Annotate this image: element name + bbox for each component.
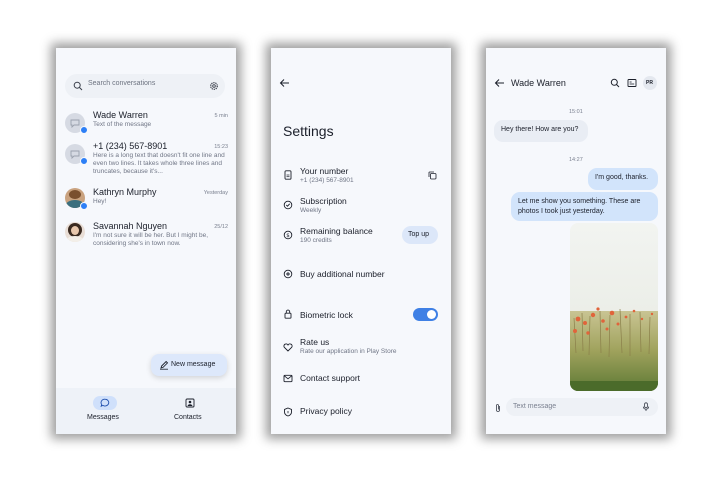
message-input[interactable]: Text message (506, 398, 658, 416)
subscription-icon (283, 200, 293, 210)
settings-screen: Settings Your number +1 (234) 567-8901 S… (271, 48, 451, 434)
your-number-value: +1 (234) 567-8901 (300, 177, 354, 184)
buy-number-row[interactable]: Buy additional number (271, 266, 451, 282)
timestamp: 5 min (214, 113, 228, 119)
active-indicator (93, 396, 117, 410)
message-preview: Hey! (93, 198, 107, 205)
toggle-knob (427, 310, 436, 319)
conversation-item[interactable]: Wade Warren 5 min Text of the message (56, 108, 236, 136)
microphone-icon[interactable] (642, 402, 650, 412)
nav-messages[interactable]: Messages (56, 388, 146, 434)
conversation-item[interactable]: Kathryn Murphy Yesterday Hey! (56, 186, 236, 214)
conversation-item[interactable]: +1 (234) 567-8901 15:23 Here is a long t… (56, 140, 236, 184)
field-photo (570, 223, 658, 391)
outgoing-message: I'm good, thanks. (588, 168, 658, 190)
biometric-lock-label: Biometric lock (300, 310, 353, 320)
top-up-button[interactable]: Top up (402, 226, 438, 244)
privacy-policy-label: Privacy policy (300, 406, 352, 416)
unread-indicator (80, 157, 88, 165)
avatar-initials: PR (646, 80, 653, 86)
biometric-lock-toggle[interactable] (413, 308, 438, 321)
unread-indicator (80, 202, 88, 210)
copy-icon[interactable] (428, 171, 437, 180)
timestamp: Yesterday (203, 190, 228, 196)
page-title: Settings (283, 123, 334, 139)
chat-bubble-icon (70, 119, 80, 128)
privacy-policy-row[interactable]: Privacy policy (271, 404, 451, 420)
phone-call-icon[interactable] (610, 78, 620, 88)
conversation-item[interactable]: Savannah Nguyen 25/12 I'm not sure it wi… (56, 220, 236, 256)
search-icon (73, 81, 83, 91)
lock-icon (284, 309, 292, 319)
subscription-label: Subscription (300, 196, 347, 206)
message-text: I'm good, thanks. (595, 174, 649, 181)
buy-number-label: Buy additional number (300, 269, 385, 279)
conversations-screen: Search conversations Wade Warren 5 min T… (56, 48, 236, 434)
unread-indicator (80, 126, 88, 134)
search-input[interactable]: Search conversations (88, 80, 155, 87)
timestamp: 25/12 (214, 224, 228, 230)
search-bar[interactable]: Search conversations (65, 74, 225, 98)
new-message-button[interactable]: New message (151, 354, 227, 376)
contact-support-label: Contact support (300, 373, 361, 383)
contact-name: +1 (234) 567-8901 (93, 141, 168, 151)
outgoing-message: Let me show you something. These are pho… (511, 192, 658, 221)
dollar-icon: $ (283, 230, 293, 240)
contact-name: Savannah Nguyen (93, 221, 168, 231)
chat-icon (100, 398, 110, 408)
phone-number-icon (284, 170, 292, 180)
chat-screen: Wade Warren PR 15:01 Hey there! How are … (486, 48, 666, 434)
message-input-placeholder: Text message (513, 403, 557, 410)
svg-text:$: $ (286, 233, 290, 239)
subscription-value: Weekly (300, 207, 322, 214)
settings-gear-icon[interactable] (209, 81, 219, 91)
heart-icon (283, 343, 293, 352)
avatar[interactable]: PR (643, 76, 657, 90)
message-list-icon[interactable] (627, 78, 637, 88)
nav-contacts[interactable]: Contacts (146, 388, 236, 434)
message-timestamp: 14:27 (569, 157, 583, 163)
avatar-photo (65, 222, 85, 242)
rate-us-sub: Rate our application in Play Store (300, 348, 397, 355)
subscription-row[interactable]: Subscription Weekly (271, 194, 451, 218)
bottom-navigation: Messages Contacts (56, 388, 236, 434)
nav-contacts-label: Contacts (174, 414, 202, 421)
back-arrow-icon[interactable] (279, 78, 290, 88)
back-arrow-icon[interactable] (494, 78, 505, 88)
contacts-icon (185, 398, 195, 408)
new-message-label: New message (171, 361, 216, 368)
mail-icon (283, 374, 293, 383)
chat-contact-name: Wade Warren (511, 78, 566, 88)
your-number-row[interactable]: Your number +1 (234) 567-8901 (271, 164, 451, 188)
message-preview: I'm not sure it will be her. But I might… (93, 232, 209, 248)
paperclip-icon[interactable] (494, 403, 502, 413)
message-timestamp: 15:01 (569, 109, 583, 115)
message-preview: Here is a long text that doesn't fit one… (93, 152, 225, 176)
contact-support-row[interactable]: Contact support (271, 371, 451, 387)
contact-name: Wade Warren (93, 110, 148, 120)
nav-messages-label: Messages (87, 414, 119, 421)
plus-icon (283, 269, 293, 279)
chat-bubble-icon (70, 150, 80, 159)
incoming-message: Hey there! How are you? (494, 120, 588, 142)
balance-label: Remaining balance (300, 226, 373, 236)
message-preview: Text of the message (93, 121, 152, 128)
photo-attachment[interactable] (570, 223, 658, 391)
shield-icon (284, 407, 292, 417)
top-up-label: Top up (408, 231, 430, 238)
your-number-label: Your number (300, 166, 349, 176)
timestamp: 15:23 (214, 144, 228, 150)
message-text: Let me show you something. These are pho… (518, 198, 641, 215)
balance-value: 190 credits (300, 237, 332, 244)
contact-name: Kathryn Murphy (93, 187, 157, 197)
message-text: Hey there! How are you? (501, 126, 579, 133)
pencil-icon (160, 360, 169, 370)
rate-us-row[interactable]: Rate us Rate our application in Play Sto… (271, 336, 451, 360)
rate-us-label: Rate us (300, 337, 330, 347)
